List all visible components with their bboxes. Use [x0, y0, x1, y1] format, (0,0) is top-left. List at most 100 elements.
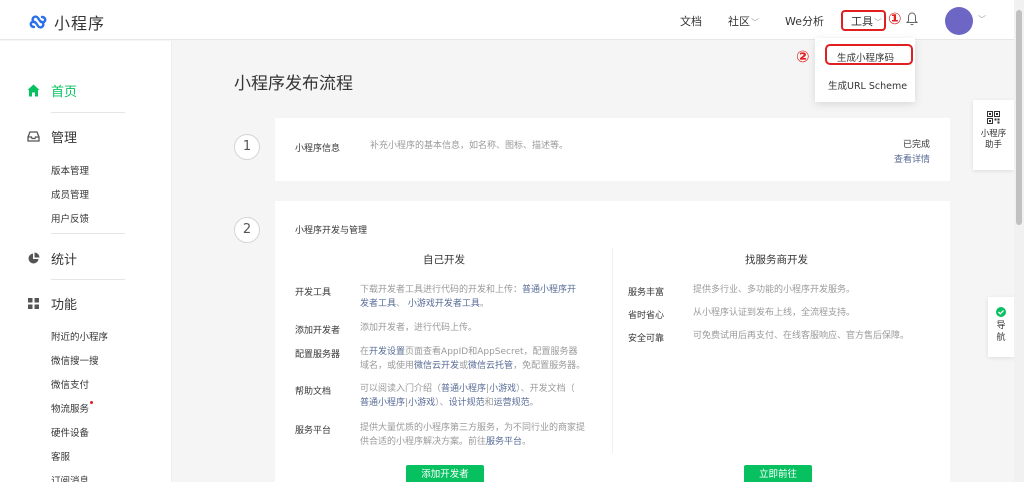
- row-desc-add-dev: 添加开发者，进行代码上传。: [360, 323, 478, 333]
- add-developer-button[interactable]: 添加开发者: [406, 465, 484, 482]
- nav-float-button[interactable]: 导 航: [988, 297, 1014, 357]
- step-number-1: 1: [234, 134, 260, 160]
- view-details-link[interactable]: 查看详情: [894, 152, 930, 165]
- text: 或: [459, 361, 469, 371]
- link-ops-spec[interactable]: 运营规范: [494, 398, 530, 408]
- sidebar: 首页 管理 版本管理 成员管理 用户反馈 统计 功能 附近的小程序 微信搜一搜 …: [0, 41, 172, 482]
- step1-status: 已完成: [902, 140, 930, 150]
- grid-icon: [28, 298, 39, 309]
- page-title: 小程序发布流程: [234, 74, 353, 94]
- divider: [51, 233, 125, 234]
- link-mini-program-devtools-cont[interactable]: 发者工具: [360, 299, 396, 309]
- row-desc-save-time: 从小程序认证到发布上线，全流程支持。: [693, 308, 856, 318]
- top-bar: 小程序 文档 社区﹀ We分析 工具﹀ ① ﹀: [0, 0, 1014, 40]
- sidebar-features-label: 功能: [51, 298, 78, 313]
- text: 。: [529, 398, 539, 408]
- sidebar-item-user-feedback[interactable]: 用户反馈: [51, 211, 89, 225]
- self-dev-title: 自己开发: [423, 254, 465, 266]
- sidebar-home-label: 首页: [51, 85, 78, 100]
- row-label-secure: 安全可靠: [628, 334, 665, 344]
- chevron-down-icon[interactable]: ﹀: [978, 14, 986, 25]
- qr-code-icon: [987, 111, 1000, 124]
- nav-float-label-2: 航: [996, 333, 1006, 343]
- sidebar-item-stats[interactable]: 统计: [27, 249, 77, 268]
- step-card-dev: 小程序开发与管理 自己开发 找服务商开发 开发工具 下载开发者工具进行代码的开发…: [275, 201, 950, 482]
- sidebar-item-version-manage[interactable]: 版本管理: [51, 163, 89, 177]
- text: 可以阅读入门介绍（: [360, 384, 442, 394]
- chevron-down-icon: ﹀: [751, 18, 759, 27]
- link-docs-mini-program[interactable]: 普通小程序: [360, 398, 405, 408]
- link-service-platform[interactable]: 服务平台: [486, 437, 522, 447]
- text: 。: [522, 437, 532, 447]
- bell-icon[interactable]: [905, 12, 919, 29]
- text: ）、开发文档（: [516, 384, 575, 394]
- row-desc-dev-tools: 下载开发者工具进行代码的开发和上传：普通小程序开 发者工具、 小游戏开发者工具。: [360, 283, 605, 311]
- sidebar-logistics-label: 物流服务: [51, 404, 90, 415]
- inbox-icon: [27, 131, 40, 142]
- text: 、: [396, 299, 406, 309]
- page-scrollbar[interactable]: [1014, 0, 1024, 482]
- text: 。: [479, 299, 489, 309]
- link-intro-mini-program[interactable]: 普通小程序: [441, 384, 486, 394]
- sidebar-item-logistics[interactable]: 物流服务: [51, 401, 94, 415]
- sidebar-item-nearby[interactable]: 附近的小程序: [51, 329, 108, 343]
- column-divider: [612, 248, 613, 453]
- row-desc-rich-services: 提供多行业、多功能的小程序开发服务。: [693, 285, 856, 295]
- link-minigame-devtools[interactable]: 小游戏开发者工具: [408, 299, 480, 309]
- assistant-label-1: 小程序: [980, 129, 1007, 139]
- row-desc-secure: 可免费试用后再支付、在线客服响应、官方售后保障。: [693, 331, 910, 341]
- link-cloud-dev[interactable]: 微信云开发: [414, 361, 459, 371]
- row-desc-service-platform: 提供大量优质的小程序第三方服务，为不同行业的商家提 供合适的小程序解决方案。前往…: [360, 421, 605, 449]
- check-circle-icon: [996, 307, 1006, 317]
- main-content: 小程序发布流程 1 小程序信息 补充小程序的基本信息，如名称、图标、描述等。 已…: [172, 41, 1014, 482]
- tools-highlight-box: [841, 10, 886, 31]
- step2-label: 小程序开发与管理: [295, 226, 368, 236]
- link-cloud-hosting[interactable]: 微信云托管: [468, 361, 513, 371]
- sidebar-item-hardware[interactable]: 硬件设备: [51, 425, 89, 439]
- step1-label: 小程序信息: [295, 144, 341, 154]
- row-label-add-dev: 添加开发者: [295, 326, 341, 336]
- annotation-marker-1: ①: [888, 9, 902, 28]
- avatar[interactable]: [945, 7, 973, 35]
- nav-docs[interactable]: 文档: [680, 13, 702, 29]
- logo[interactable]: 小程序: [28, 10, 105, 34]
- nav-community[interactable]: 社区﹀: [728, 13, 759, 29]
- nav-we-analysis[interactable]: We分析: [785, 13, 824, 29]
- sidebar-item-search[interactable]: 微信搜一搜: [51, 353, 99, 367]
- sidebar-item-member-manage[interactable]: 成员管理: [51, 187, 89, 201]
- text: 下载开发者工具进行代码的开发和上传：: [360, 285, 523, 295]
- row-label-server: 配置服务器: [295, 350, 341, 360]
- nav-float-label-1: 导: [996, 321, 1006, 331]
- step-number-2: 2: [234, 217, 260, 243]
- mini-program-logo-icon: [29, 15, 47, 29]
- sidebar-item-manage[interactable]: 管理: [27, 127, 77, 146]
- link-intro-minigame[interactable]: 小游戏: [489, 384, 516, 394]
- sidebar-item-subscribe-message[interactable]: 订阅消息: [51, 473, 89, 482]
- sidebar-manage-label: 管理: [51, 131, 78, 146]
- row-label-dev-tools: 开发工具: [295, 288, 332, 298]
- step1-desc: 补充小程序的基本信息，如名称、图标、描述等。: [370, 141, 569, 151]
- link-mini-program-devtools[interactable]: 普通小程序开: [522, 285, 576, 295]
- sidebar-item-customer-service[interactable]: 客服: [51, 449, 70, 463]
- sidebar-item-features[interactable]: 功能: [27, 294, 77, 313]
- home-icon: [27, 84, 40, 97]
- text: 页面查看AppID和AppSecret，配置服务器: [405, 347, 578, 357]
- sidebar-item-home[interactable]: 首页: [27, 81, 77, 100]
- pie-chart-icon: [28, 252, 40, 264]
- text: 域名，或使用: [360, 361, 415, 371]
- link-design-spec[interactable]: 设计规范: [449, 398, 485, 408]
- row-desc-help-docs: 可以阅读入门介绍（普通小程序|小游戏）、开发文档（ 普通小程序|小游戏）、设计规…: [360, 382, 605, 410]
- text: 在: [360, 347, 370, 357]
- go-now-button[interactable]: 立即前往: [744, 465, 812, 482]
- sidebar-item-pay[interactable]: 微信支付: [51, 377, 89, 391]
- assistant-label-2: 助手: [984, 140, 1002, 150]
- scrollbar-thumb[interactable]: [1016, 10, 1022, 225]
- link-dev-settings[interactable]: 开发设置: [369, 347, 405, 357]
- new-dot-badge: [90, 401, 94, 404]
- sidebar-stats-label: 统计: [51, 253, 78, 268]
- text: ）、: [435, 398, 449, 408]
- mini-program-assistant-button[interactable]: 小程序 助手: [973, 100, 1014, 170]
- link-docs-minigame[interactable]: 小游戏: [408, 398, 435, 408]
- text: 供合适的小程序解决方案。前往: [360, 437, 487, 447]
- row-desc-server: 在开发设置页面查看AppID和AppSecret，配置服务器 域名，或使用微信云…: [360, 345, 605, 373]
